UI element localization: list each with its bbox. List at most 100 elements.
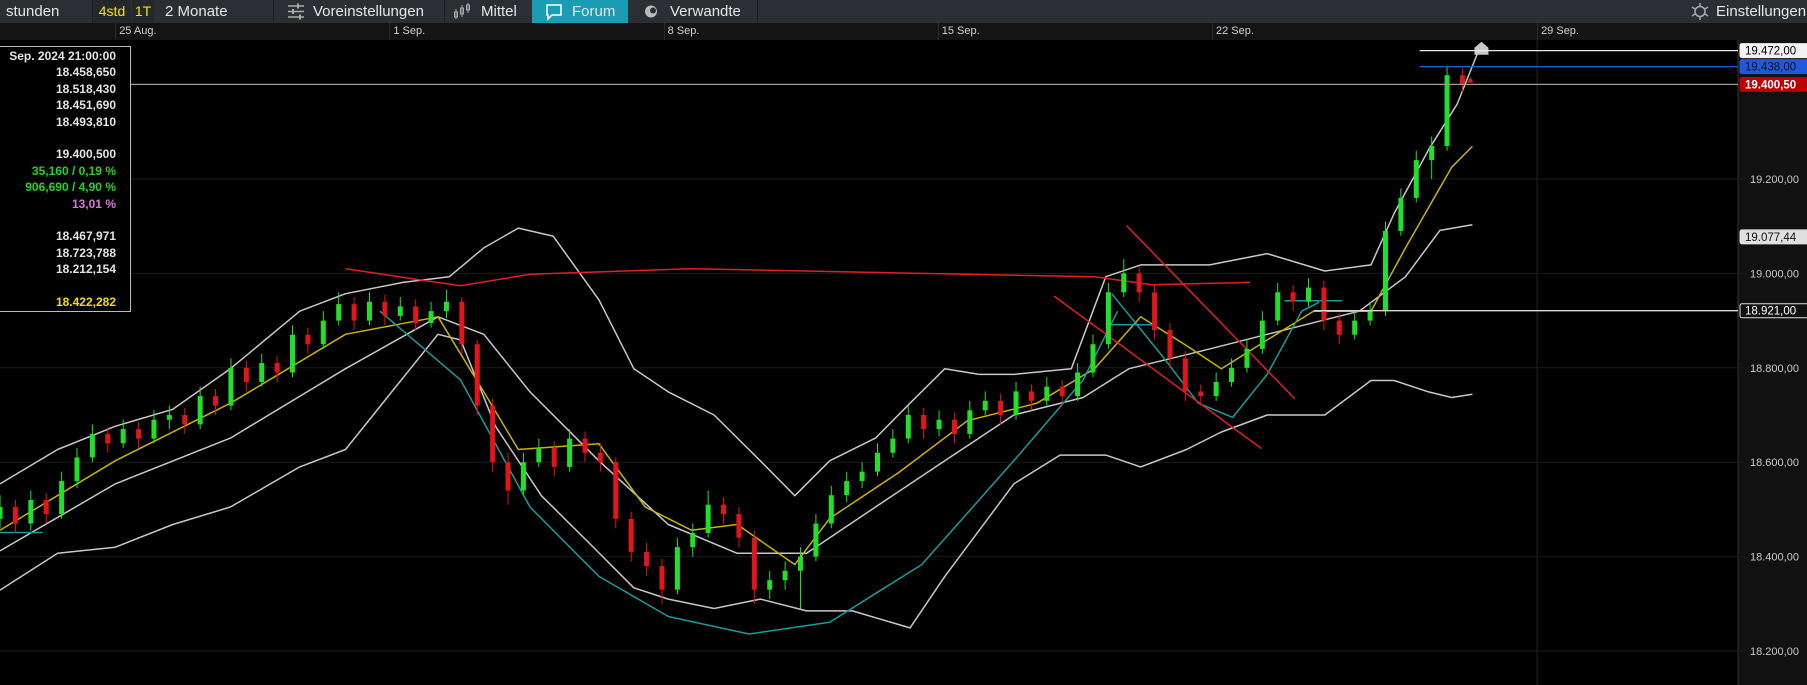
candle-body	[690, 533, 696, 548]
databox-row: Sep. 2024 21:00:00	[9, 49, 116, 63]
databox-row: 18.451,690	[55, 98, 116, 113]
databox-row: 35,160 / 0,19 %	[31, 163, 116, 178]
price-label-text: 19.472,00	[1745, 46, 1796, 58]
candle-body	[536, 448, 542, 463]
candle-body	[459, 301, 465, 345]
candle-body	[1444, 75, 1450, 146]
candle-body	[259, 363, 265, 382]
databox-row: 18.212,154	[55, 262, 116, 277]
candle	[1105, 282, 1111, 349]
range-1t-button[interactable]: 1T	[132, 0, 154, 23]
candle	[1444, 65, 1450, 151]
candle-body	[1352, 320, 1358, 335]
plot-background	[0, 40, 1738, 685]
forum-button[interactable]: Forum	[532, 0, 628, 23]
date-tick-label: 1 Sep.	[389, 23, 425, 40]
candle-body	[1321, 287, 1327, 321]
candle-body	[705, 504, 711, 533]
candle-body	[243, 367, 249, 382]
candle-body	[105, 433, 111, 444]
candle-body	[89, 433, 95, 458]
candle-body	[320, 320, 326, 345]
indicators-button[interactable]: Mittel	[450, 0, 530, 23]
candle-body	[1306, 287, 1312, 302]
databox-row: 18.518,430	[55, 81, 116, 96]
candle-body	[551, 448, 557, 467]
candle-body	[0, 507, 3, 519]
candle-body	[413, 306, 419, 323]
candle	[613, 457, 619, 529]
candle-body	[443, 301, 449, 312]
candle-body	[782, 570, 788, 581]
candle-body	[1367, 311, 1373, 321]
candle-body	[1290, 292, 1296, 302]
candle-body	[136, 429, 142, 439]
price-label-text: 18.921,00	[1745, 306, 1796, 318]
candle-body	[59, 481, 65, 515]
candle-body	[767, 580, 773, 590]
candle-body	[305, 334, 311, 345]
gear-icon	[1691, 3, 1709, 20]
databox-row	[0, 278, 130, 292]
candle-body	[890, 438, 896, 453]
candle	[490, 398, 496, 472]
candle-body	[397, 306, 403, 316]
candle-body	[859, 471, 865, 482]
range-dropdown[interactable]: 2 Monate	[165, 0, 228, 23]
databox-row: 19.400,500	[55, 147, 116, 162]
candlestick-icon	[454, 3, 470, 19]
candle-body	[1398, 197, 1404, 231]
candle-body	[874, 452, 880, 472]
candle-body	[1059, 386, 1065, 397]
candle-body	[290, 334, 296, 373]
candle-body	[520, 462, 526, 491]
databox-row: 13,01 %	[71, 196, 116, 211]
candle-body	[659, 566, 665, 590]
candle-body	[1182, 358, 1188, 392]
databox-row: 18.458,650	[55, 65, 116, 80]
date-tick-label: 29 Sep.	[1537, 23, 1579, 40]
candle-body	[1075, 372, 1081, 397]
interval-dropdown[interactable]: stunden	[6, 0, 59, 23]
candle-interval-button[interactable]: 4std	[93, 0, 131, 23]
indicators-label: Mittel	[481, 3, 517, 20]
date-tick-label: 15 Sep.	[937, 23, 980, 40]
candle-body	[12, 507, 18, 524]
price-tick-label: 18.600,00	[1750, 457, 1799, 469]
candle-body	[613, 462, 619, 519]
price-label-text: 19.400,50	[1745, 79, 1796, 91]
candle-body	[967, 410, 973, 434]
candle-body	[1213, 381, 1219, 397]
date-tick-label: 22 Sep.	[1211, 23, 1254, 40]
candle-body	[751, 537, 757, 590]
divider	[444, 0, 445, 23]
candle-body	[166, 415, 172, 420]
settings-button[interactable]: Einstellungen	[1690, 0, 1807, 23]
date-axis: 25 Aug. 1 Sep. 8 Sep. 15 Sep. 22 Sep. 29 Sep.	[0, 23, 1807, 40]
candle-body	[1382, 230, 1388, 312]
toolbar: stunden 4std 1T 2 Monate Voreinstellunge…	[0, 0, 1807, 23]
price-chart[interactable]: 19.200,00 19.000,00 18.800,00 18.600,00 18.4…	[0, 40, 1807, 685]
candle-body	[982, 400, 988, 411]
databox-row	[0, 213, 130, 227]
candle-body	[1413, 160, 1419, 198]
candle-body	[120, 429, 126, 444]
candle-body	[274, 363, 280, 373]
databox-row	[0, 131, 130, 145]
candle-body	[1121, 273, 1127, 293]
related-button[interactable]: Verwandte	[640, 0, 756, 23]
candle-body	[1105, 292, 1111, 345]
candle-body	[197, 396, 203, 425]
candle-body	[28, 499, 34, 524]
candle-body	[1275, 292, 1281, 321]
candle-body	[1244, 348, 1250, 368]
price-label-white: 19.472,00	[1739, 43, 1807, 59]
divider	[273, 0, 274, 23]
price-label-text: 19.077,44	[1745, 232, 1797, 244]
price-label-outline: 18.921,00	[1739, 303, 1807, 319]
candle-body	[336, 304, 342, 321]
settings-label: Einstellungen	[1716, 3, 1807, 20]
candle-body	[351, 304, 357, 321]
candle-body	[905, 415, 911, 439]
candle-body	[828, 495, 834, 524]
